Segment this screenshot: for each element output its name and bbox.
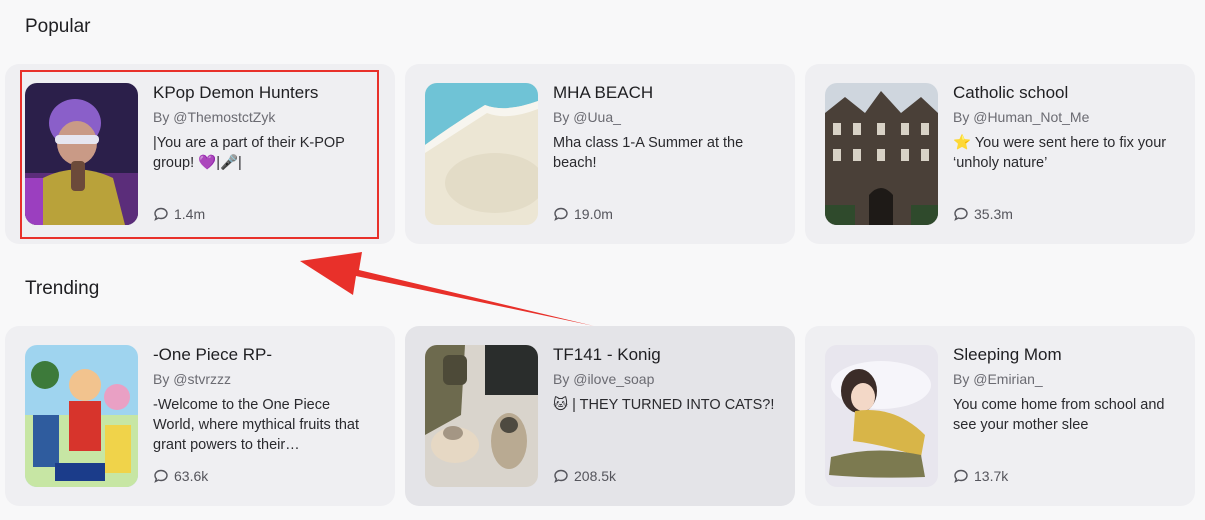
character-avatar [425,345,538,487]
card-author[interactable]: By @ilove_soap [553,371,654,387]
card-author[interactable]: By @Emirian_ [953,371,1043,387]
chat-count-value: 19.0m [574,206,613,222]
card-title: MHA BEACH [553,83,654,102]
card-author[interactable]: By @stvrzzz [153,371,231,387]
chat-count: 35.3m [953,206,1013,222]
chat-bubble-icon [154,207,168,221]
card-description: You come home from school and see your m… [953,397,1165,433]
chat-bubble-icon [554,469,568,483]
chat-count-value: 63.6k [174,468,209,484]
chat-bubble-icon [954,207,968,221]
chat-count-value: 35.3m [974,206,1013,222]
card-description: -Welcome to the One Piece World, where m… [153,397,360,453]
card-description: ⭐ You were sent here to fix your ‘unholy… [953,135,1167,171]
chat-bubble-icon [954,469,968,483]
card-author[interactable]: By @ThemostctZyk [153,109,275,125]
section-title-trending: Trending [25,278,100,299]
character-card-sleeping-mom[interactable]: Sleeping Mom By @Emirian_ You come home … [805,326,1195,506]
character-card-catholic-school[interactable]: Catholic school By @Human_Not_Me ⭐ You w… [805,64,1195,244]
chat-bubble-icon [554,207,568,221]
character-card-tf141-konig[interactable]: TF141 - Konig By @ilove_soap 🐱 | THEY TU… [405,326,795,506]
character-card-kpop-demon-hunters[interactable]: KPop Demon Hunters By @ThemostctZyk |You… [5,64,395,244]
chat-count-value: 1.4m [174,206,206,222]
card-title: -One Piece RP- [153,345,273,364]
card-description: Mha class 1-A Summer at the beach! [553,135,744,171]
character-avatar [25,345,138,487]
chat-bubble-icon [154,469,168,483]
card-title: Catholic school [953,83,1069,102]
chat-count: 208.5k [553,468,616,484]
card-description: 🐱 | THEY TURNED INTO CATS?! [553,397,775,413]
chat-count: 13.7k [953,468,1008,484]
card-title: TF141 - Konig [553,345,661,364]
chat-count: 63.6k [153,468,208,484]
card-author[interactable]: By @Uua_ [553,109,621,125]
card-description: |You are a part of their K-POP group! 💜|… [153,135,345,171]
chat-count: 1.4m [153,206,205,222]
card-title: Sleeping Mom [953,345,1062,364]
chat-count: 19.0m [553,206,613,222]
character-card-one-piece-rp[interactable]: -One Piece RP- By @stvrzzz -Welcome to t… [5,326,395,506]
character-card-mha-beach[interactable]: MHA BEACH By @Uua_ Mha class 1-A Summer … [405,64,795,244]
section-title-popular: Popular [25,16,91,37]
character-avatar [825,345,938,487]
card-title: KPop Demon Hunters [153,83,319,102]
chat-count-value: 13.7k [974,468,1009,484]
character-avatar [425,83,538,225]
chat-count-value: 208.5k [574,468,617,484]
character-avatar [25,83,138,225]
card-author[interactable]: By @Human_Not_Me [953,109,1089,125]
character-avatar [825,83,938,225]
